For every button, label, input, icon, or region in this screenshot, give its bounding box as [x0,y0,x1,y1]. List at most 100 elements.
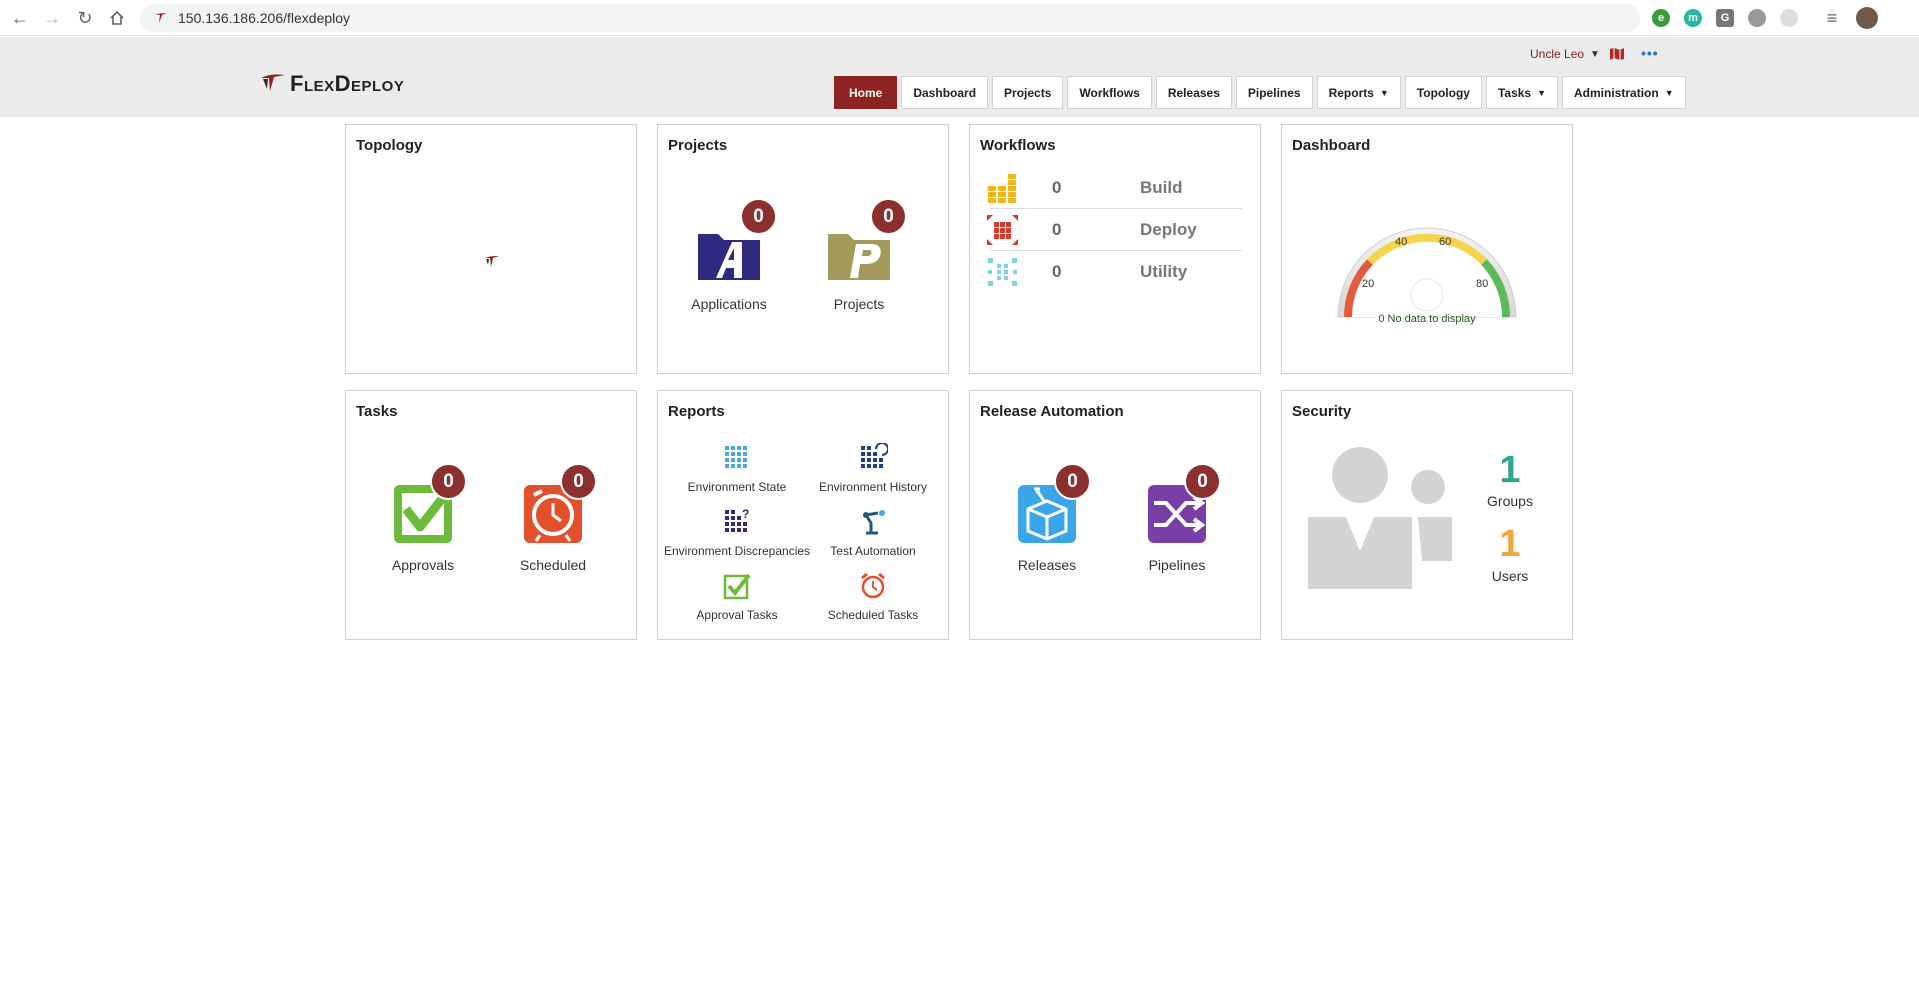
tile-label: Pipelines [1148,557,1206,573]
url-input[interactable] [178,10,1578,26]
security-card: Security 1 Groups 1 Users [1281,390,1573,640]
approvals-tile[interactable]: 0 Approvals [368,463,478,573]
projects-tile[interactable]: 0 Projects [804,198,914,312]
report-test-automation[interactable]: Test Automation [798,507,948,558]
nav-projects[interactable]: Projects [992,76,1064,109]
home-icon[interactable] [105,6,129,30]
nav-reports[interactable]: Reports ▼ [1316,76,1401,109]
user-menu[interactable]: Uncle Leo ▼ [1530,47,1600,61]
tile-label: Projects [833,296,885,312]
nav-label: Pipelines [1247,85,1301,100]
browser-toolbar: ← → ↻ e m G ≡ [0,0,1919,36]
deploy-workflow-icon [987,214,1018,245]
groups-label[interactable]: Groups [1470,493,1550,509]
address-bar[interactable] [140,4,1640,32]
alarm-clock-icon [861,572,885,599]
caret-down-icon: ▼ [1537,87,1547,98]
build-workflow-icon [988,173,1016,203]
report-environment-state[interactable]: Environment State [662,443,812,494]
nav-workflows[interactable]: Workflows [1067,76,1152,109]
report-label: Approval Tasks [696,608,778,622]
nav-label: Reports [1328,85,1374,100]
releases-tile[interactable]: 0 Releases [992,463,1102,573]
report-label: Environment History [818,480,928,494]
projects-folder-icon [828,234,890,280]
circle-extension-icon[interactable] [1748,9,1766,27]
nav-label: Topology [1416,85,1470,100]
profile-avatar[interactable] [1856,7,1878,29]
reading-list-icon[interactable]: ≡ [1820,6,1844,30]
nav-label: Dashboard [913,85,977,100]
report-environment-discrepancies[interactable]: ? Environment Discrepancies [662,507,812,558]
gauge-tick-label: 40 [1395,236,1407,248]
report-environment-history[interactable]: Environment History [798,442,948,494]
tile-label: Approvals [391,557,455,573]
m-extension-icon[interactable]: m [1684,9,1702,27]
app-header: FlexDeploy Uncle Leo ▼ ••• Home Dashboar… [0,37,1919,117]
tile-label: Applications [691,296,767,312]
scheduled-tile[interactable]: 0 Scheduled [498,463,608,573]
map-icon[interactable] [1609,47,1625,61]
approvals-count-badge: 0 [430,463,467,500]
nav-label: Releases [1167,85,1220,100]
logo-text: FlexDeploy [290,71,405,96]
nav-pipelines[interactable]: Pipelines [1235,76,1313,109]
applications-icon [698,234,760,280]
card-title: Topology [356,137,423,154]
g-extension-icon[interactable]: G [1716,9,1734,27]
nav-label: Projects [1004,85,1052,100]
nav-releases[interactable]: Releases [1155,76,1232,109]
nav-label: Administration [1574,85,1659,100]
nav-dashboard[interactable]: Dashboard [901,76,989,109]
nav-label: Workflows [1079,85,1140,100]
ghost-extension-icon[interactable] [1780,9,1798,27]
groups-count[interactable]: 1 [1470,449,1550,492]
applications-tile[interactable]: 0 Applications [674,198,784,312]
more-options-icon[interactable]: ••• [1641,45,1659,61]
tasks-card: Tasks 0 Approvals 0 Scheduled [345,390,637,640]
card-title: Dashboard [1292,137,1371,154]
checkmark-icon [723,573,751,600]
gauge-tick-label: 60 [1439,236,1451,248]
workflow-deploy-row[interactable]: 0 Deploy [987,209,1242,251]
card-title: Tasks [356,403,398,420]
topology-card[interactable]: Topology [345,124,637,374]
caret-down-icon: ▼ [1664,87,1674,98]
card-title: Projects [668,137,728,154]
gauge-chart: 20 40 60 80 0 No data to display [1337,227,1517,325]
workflow-utility-row[interactable]: 0 Utility [988,251,1242,293]
nav-tasks[interactable]: Tasks ▼ [1485,76,1559,109]
nav-label: Tasks [1497,85,1532,100]
reports-card: Reports Environment State Environment Hi… [657,390,949,640]
grid-question-icon: ? [725,507,749,532]
users-count[interactable]: 1 [1470,523,1550,566]
pipelines-tile[interactable]: 0 Pipelines [1122,463,1232,573]
flexdeploy-logo[interactable]: FlexDeploy [260,71,404,97]
back-icon[interactable]: ← [8,6,32,30]
workflows-card: Workflows 0 Build 0 Deploy 0 Utility [969,124,1261,374]
workflow-count: 0 [1052,177,1062,197]
workflow-label: Build [1140,177,1183,197]
workflow-build-row[interactable]: 0 Build [988,167,1242,209]
nav-administration[interactable]: Administration ▼ [1562,76,1686,109]
nav-topology[interactable]: Topology [1404,76,1482,109]
dashboard-card[interactable]: Dashboard 20 40 60 80 0 No data to displ… [1281,124,1573,374]
evernote-extension-icon[interactable]: e [1652,9,1670,27]
tile-label: Scheduled [519,557,587,573]
reload-icon[interactable]: ↻ [73,6,97,30]
report-approval-tasks[interactable]: Approval Tasks [662,571,812,622]
gauge-tick-label: 80 [1476,278,1488,290]
projects-card: Projects 0 Applications 0 Projects [657,124,949,374]
card-title: Workflows [980,137,1056,154]
users-label[interactable]: Users [1470,568,1550,584]
scheduled-count-badge: 0 [560,463,597,500]
forward-icon[interactable]: → [40,6,64,30]
workflow-count: 0 [1052,262,1062,281]
card-title: Security [1292,403,1352,420]
workflow-label: Utility [1140,262,1188,281]
user-name: Uncle Leo [1530,47,1585,61]
svg-text:?: ? [742,507,749,521]
report-scheduled-tasks[interactable]: Scheduled Tasks [798,571,948,622]
nav-home[interactable]: Home [834,76,898,109]
card-title: Release Automation [980,403,1124,420]
